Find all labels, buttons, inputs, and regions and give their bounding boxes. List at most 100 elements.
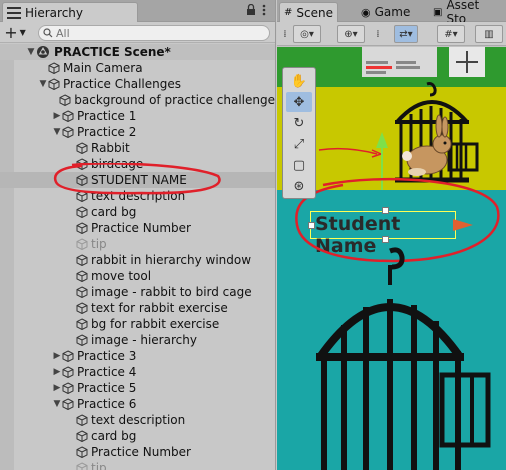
hierarchy-item[interactable]: image - rabbit to bird cage (0, 284, 275, 300)
hierarchy-item-label: birdcage (91, 157, 144, 171)
hierarchy-item[interactable]: rabbit in hierarchy window (0, 252, 275, 268)
hierarchy-item[interactable]: bg for rabbit exercise (0, 316, 275, 332)
gameobject-cube-icon (76, 302, 88, 314)
expand-arrow[interactable]: ▶ (52, 383, 62, 393)
hierarchy-item[interactable]: ▶ Practice 1 (0, 108, 275, 124)
hierarchy-item[interactable]: ▼ Practice Challenges (0, 76, 275, 92)
hierarchy-item[interactable]: background of practice challenge (0, 92, 275, 108)
scale-icon: ⤢ (293, 136, 305, 152)
gameobject-cube-icon (48, 62, 60, 74)
hierarchy-item[interactable]: Main Camera (0, 60, 275, 76)
gizmo-button[interactable]: ⊕▾ (337, 25, 365, 43)
toolbar-grip: ⁞ (283, 28, 287, 40)
tab-scene[interactable]: # Scene (279, 2, 338, 22)
expand-arrow[interactable]: ▼ (52, 399, 62, 409)
transform-icon: ⊛ (293, 178, 305, 194)
gameobject-cube-icon (76, 414, 88, 426)
grid-settings-button[interactable]: ▥ (475, 25, 503, 43)
hierarchy-item[interactable]: text for rabbit exercise (0, 300, 275, 316)
gameobject-cube-icon (76, 158, 88, 170)
hierarchy-item-label: Practice 3 (77, 349, 137, 363)
rect-tool-button[interactable]: ▢ (286, 155, 312, 175)
hierarchy-item[interactable]: ▼ Practice 6 (0, 396, 275, 412)
hierarchy-item[interactable]: Practice Number (0, 444, 275, 460)
gamepad-icon: ◉ (361, 5, 371, 19)
snap-button[interactable]: #▾ (437, 25, 465, 43)
scene-tool-palette: ✋ ✥ ↻ ⤢ ▢ ⊛ (282, 67, 316, 199)
gameobject-cube-icon (76, 142, 88, 154)
hierarchy-item[interactable]: card bg (0, 428, 275, 444)
store-icon: ▣ (433, 6, 443, 18)
hierarchy-item[interactable]: move tool (0, 268, 275, 284)
hierarchy-item[interactable]: tip (0, 460, 275, 470)
gameobject-cube-icon (59, 94, 71, 106)
expand-arrow[interactable]: ▼ (38, 79, 48, 89)
hierarchy-list-icon (7, 6, 21, 19)
hierarchy-item-label: tip (91, 237, 107, 251)
expand-arrow[interactable]: ▼ (26, 47, 36, 57)
hierarchy-item-label: image - rabbit to bird cage (91, 285, 252, 299)
hierarchy-item[interactable]: image - hierarchy (0, 332, 275, 348)
hierarchy-item[interactable]: ▼ Practice 2 (0, 124, 275, 140)
hierarchy-panel: Hierarchy + ▼ ▼ PRACTICE Sce (0, 0, 276, 470)
gameobject-cube-icon (76, 286, 88, 298)
gameobject-cube-icon (76, 238, 88, 250)
toolbar-grip: ⁞ (376, 28, 380, 40)
hierarchy-item-label: card bg (91, 205, 137, 219)
hierarchy-item-label: text description (91, 189, 186, 203)
hierarchy-item[interactable]: tip (0, 236, 275, 252)
tab-game[interactable]: ◉ Game (357, 2, 414, 22)
hierarchy-item-label: Practice Challenges (63, 77, 181, 91)
expand-arrow[interactable]: ▼ (52, 127, 62, 137)
pivot-button[interactable]: ⇄▾ (394, 25, 418, 43)
gameobject-cube-icon (76, 446, 88, 458)
hierarchy-item[interactable]: birdcage (0, 156, 275, 172)
grid-lines-icon: ▥ (484, 28, 494, 40)
gameobject-cube-icon (62, 382, 74, 394)
expand-arrow[interactable]: ▶ (52, 111, 62, 121)
scene-toolbar: ⁞ ◎▾ ⊕▾ ⁞ ⇄▾ #▾ ▥ (277, 22, 506, 46)
hierarchy-item-label: Rabbit (91, 141, 130, 155)
hierarchy-item[interactable]: STUDENT NAME (0, 172, 275, 188)
kebab-menu-icon[interactable] (262, 4, 266, 19)
tab-asset-store[interactable]: ▣ Asset Sto (429, 0, 506, 26)
move-tool-button[interactable]: ✥ (286, 92, 312, 112)
hierarchy-item[interactable]: ▶ Practice 4 (0, 364, 275, 380)
rotate-tool-button[interactable]: ↻ (286, 113, 312, 133)
expand-arrow[interactable]: ▶ (52, 351, 62, 361)
gameobject-cube-icon (76, 462, 88, 470)
scene-root-row[interactable]: ▼ PRACTICE Scene* (0, 44, 275, 60)
hierarchy-item[interactable]: Practice Number (0, 220, 275, 236)
gameobject-cube-icon (76, 190, 88, 202)
scale-tool-button[interactable]: ⤢ (286, 134, 312, 154)
gameobject-cube-icon (76, 174, 88, 186)
move-icon: ✥ (293, 94, 305, 110)
lock-icon[interactable] (246, 3, 256, 18)
plus-icon: + (4, 22, 18, 42)
hierarchy-item[interactable]: text description (0, 412, 275, 428)
hierarchy-search[interactable] (38, 25, 270, 41)
hand-tool-button[interactable]: ✋ (286, 71, 312, 91)
search-input[interactable] (56, 26, 236, 40)
gameobject-cube-icon (76, 222, 88, 234)
hierarchy-item-label: Practice 6 (77, 397, 137, 411)
draw-mode-button[interactable]: ◎▾ (293, 25, 321, 43)
hierarchy-toolbar: + ▼ (0, 22, 275, 43)
hierarchy-item[interactable]: Rabbit (0, 140, 275, 156)
search-icon (43, 28, 53, 38)
scene-tabbar: # Scene ◉ Game ▣ Asset Sto (277, 0, 506, 26)
gameobject-cube-icon (76, 430, 88, 442)
hierarchy-item[interactable]: ▶ Practice 3 (0, 348, 275, 364)
hand-icon: ✋ (290, 73, 308, 89)
hierarchy-item[interactable]: card bg (0, 204, 275, 220)
tab-hierarchy[interactable]: Hierarchy (2, 2, 138, 22)
transform-tool-button[interactable]: ⊛ (286, 176, 312, 196)
hierarchy-item[interactable]: ▶ Practice 5 (0, 380, 275, 396)
add-object-button[interactable]: + ▼ (0, 22, 30, 42)
scene-viewport[interactable]: Student Name ✋ ✥ ↻ ⤢ ▢ ⊛ (277, 47, 506, 470)
expand-arrow[interactable]: ▶ (52, 367, 62, 377)
grid-icon: #▾ (444, 28, 458, 40)
hierarchy-item-label: card bg (91, 429, 137, 443)
scene-panel: # Scene ◉ Game ▣ Asset Sto ⁞ ◎▾ ⊕▾ ⁞ ⇄▾ … (277, 0, 506, 470)
hierarchy-item[interactable]: text description (0, 188, 275, 204)
